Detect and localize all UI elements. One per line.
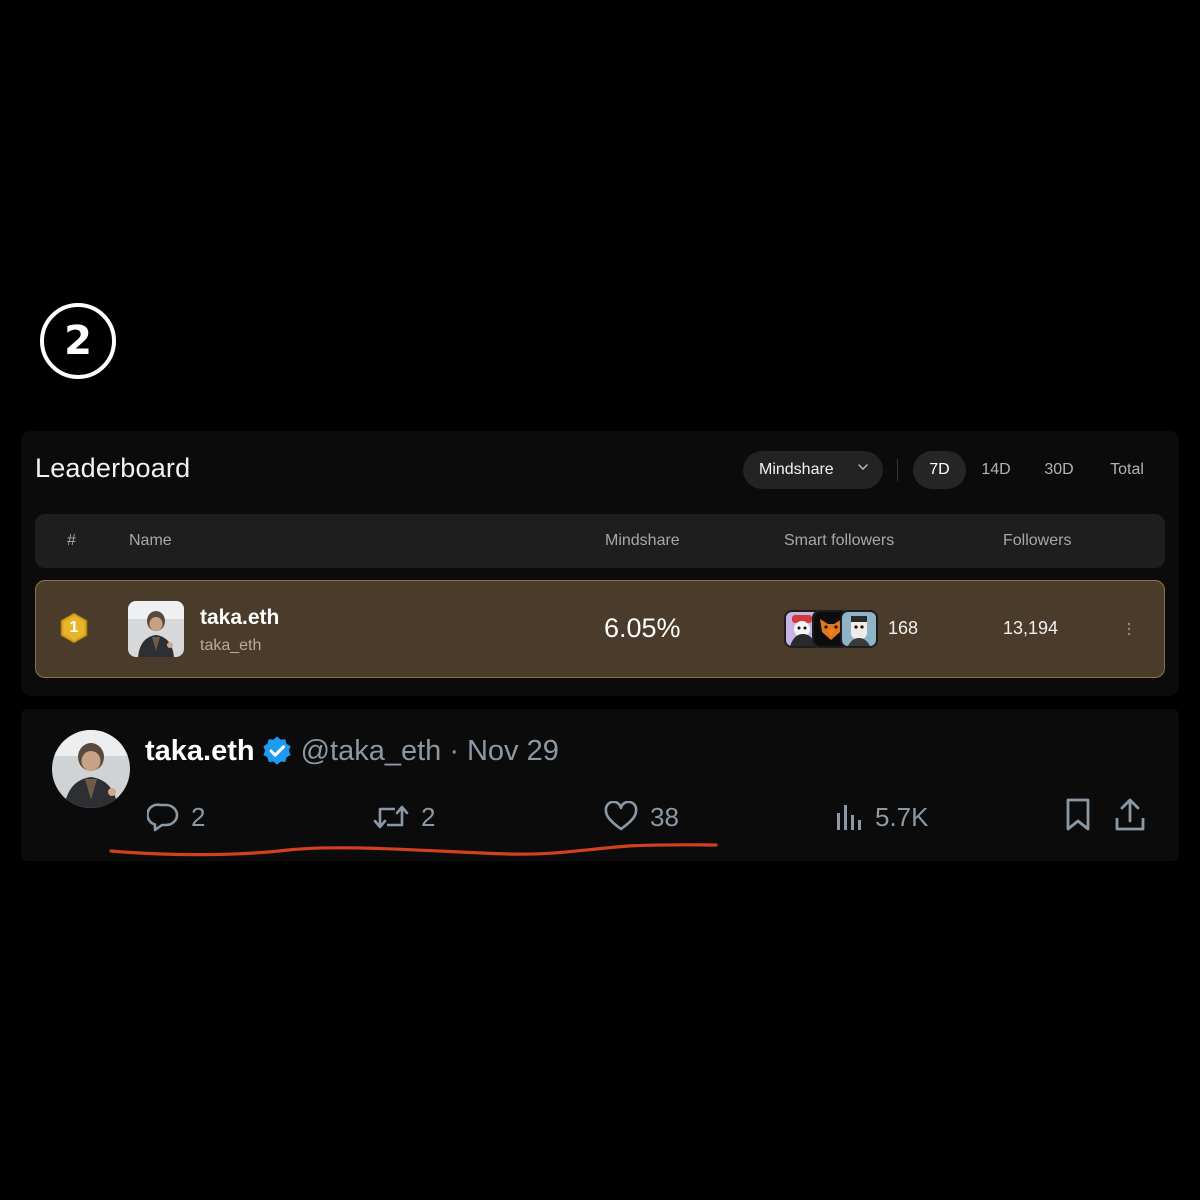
metric-select-value: Mindshare bbox=[759, 461, 834, 478]
tab-total[interactable]: Total bbox=[1101, 451, 1153, 489]
column-header-followers: Followers bbox=[1003, 532, 1072, 549]
leaderboard-row[interactable]: 1 taka.eth taka_eth 6.05% 168 13,194 bbox=[35, 580, 1165, 678]
tweet-header: taka.eth @taka_eth · Nov 29 bbox=[145, 731, 559, 771]
repost-icon bbox=[373, 805, 409, 829]
tweet-date[interactable]: Nov 29 bbox=[467, 735, 559, 768]
column-header-mindshare: Mindshare bbox=[605, 532, 680, 549]
rank-number: 1 bbox=[69, 619, 79, 636]
repost-count: 2 bbox=[421, 801, 436, 832]
tab-7d[interactable]: 7D bbox=[913, 451, 966, 489]
smart-follower-avatar bbox=[840, 610, 878, 648]
row-smart-followers-count: 168 bbox=[888, 618, 919, 638]
tweet-card: taka.eth @taka_eth · Nov 29 2 2 38 5.7K bbox=[21, 709, 1179, 861]
toolbar-divider bbox=[897, 459, 898, 481]
like-icon bbox=[604, 801, 638, 831]
verified-badge-icon bbox=[263, 736, 291, 765]
row-display-name[interactable]: taka.eth bbox=[200, 606, 279, 630]
views-button[interactable]: 5.7K bbox=[835, 797, 929, 837]
reply-count: 2 bbox=[191, 801, 206, 832]
tab-30d[interactable]: 30D bbox=[1036, 451, 1082, 489]
views-count: 5.7K bbox=[875, 801, 929, 832]
leaderboard-panel: Leaderboard Mindshare 7D 14D 30D Total #… bbox=[21, 431, 1179, 696]
row-handle: taka_eth bbox=[200, 637, 262, 654]
tweet-handle[interactable]: @taka_eth bbox=[301, 735, 442, 768]
reply-button[interactable]: 2 bbox=[147, 797, 205, 837]
tweet-author-name[interactable]: taka.eth bbox=[145, 735, 255, 768]
tab-14d[interactable]: 14D bbox=[974, 451, 1018, 489]
row-followers-count: 13,194 bbox=[1003, 618, 1059, 638]
more-options-icon[interactable] bbox=[1124, 619, 1134, 639]
repost-button[interactable]: 2 bbox=[373, 797, 435, 837]
row-mindshare-value: 6.05% bbox=[604, 613, 681, 643]
share-icon[interactable] bbox=[1114, 797, 1146, 833]
leaderboard-table-header: # Name Mindshare Smart followers Followe… bbox=[35, 514, 1165, 568]
like-button[interactable]: 38 bbox=[604, 797, 679, 837]
column-header-rank: # bbox=[67, 532, 76, 549]
chevron-down-icon bbox=[858, 464, 868, 470]
like-count: 38 bbox=[650, 801, 679, 832]
leaderboard-title: Leaderboard bbox=[35, 453, 191, 483]
step-number-badge: 2 bbox=[40, 303, 116, 379]
metric-select-dropdown[interactable]: Mindshare bbox=[743, 451, 883, 489]
column-header-name: Name bbox=[129, 532, 172, 549]
avatar[interactable] bbox=[52, 730, 130, 808]
bookmark-icon[interactable] bbox=[1064, 797, 1092, 833]
avatar[interactable] bbox=[128, 601, 184, 657]
reply-icon bbox=[147, 803, 179, 832]
views-icon bbox=[837, 805, 861, 830]
column-header-smart-followers: Smart followers bbox=[784, 532, 895, 549]
tweet-separator: · bbox=[449, 734, 459, 767]
smart-followers-avatars[interactable] bbox=[784, 610, 878, 648]
